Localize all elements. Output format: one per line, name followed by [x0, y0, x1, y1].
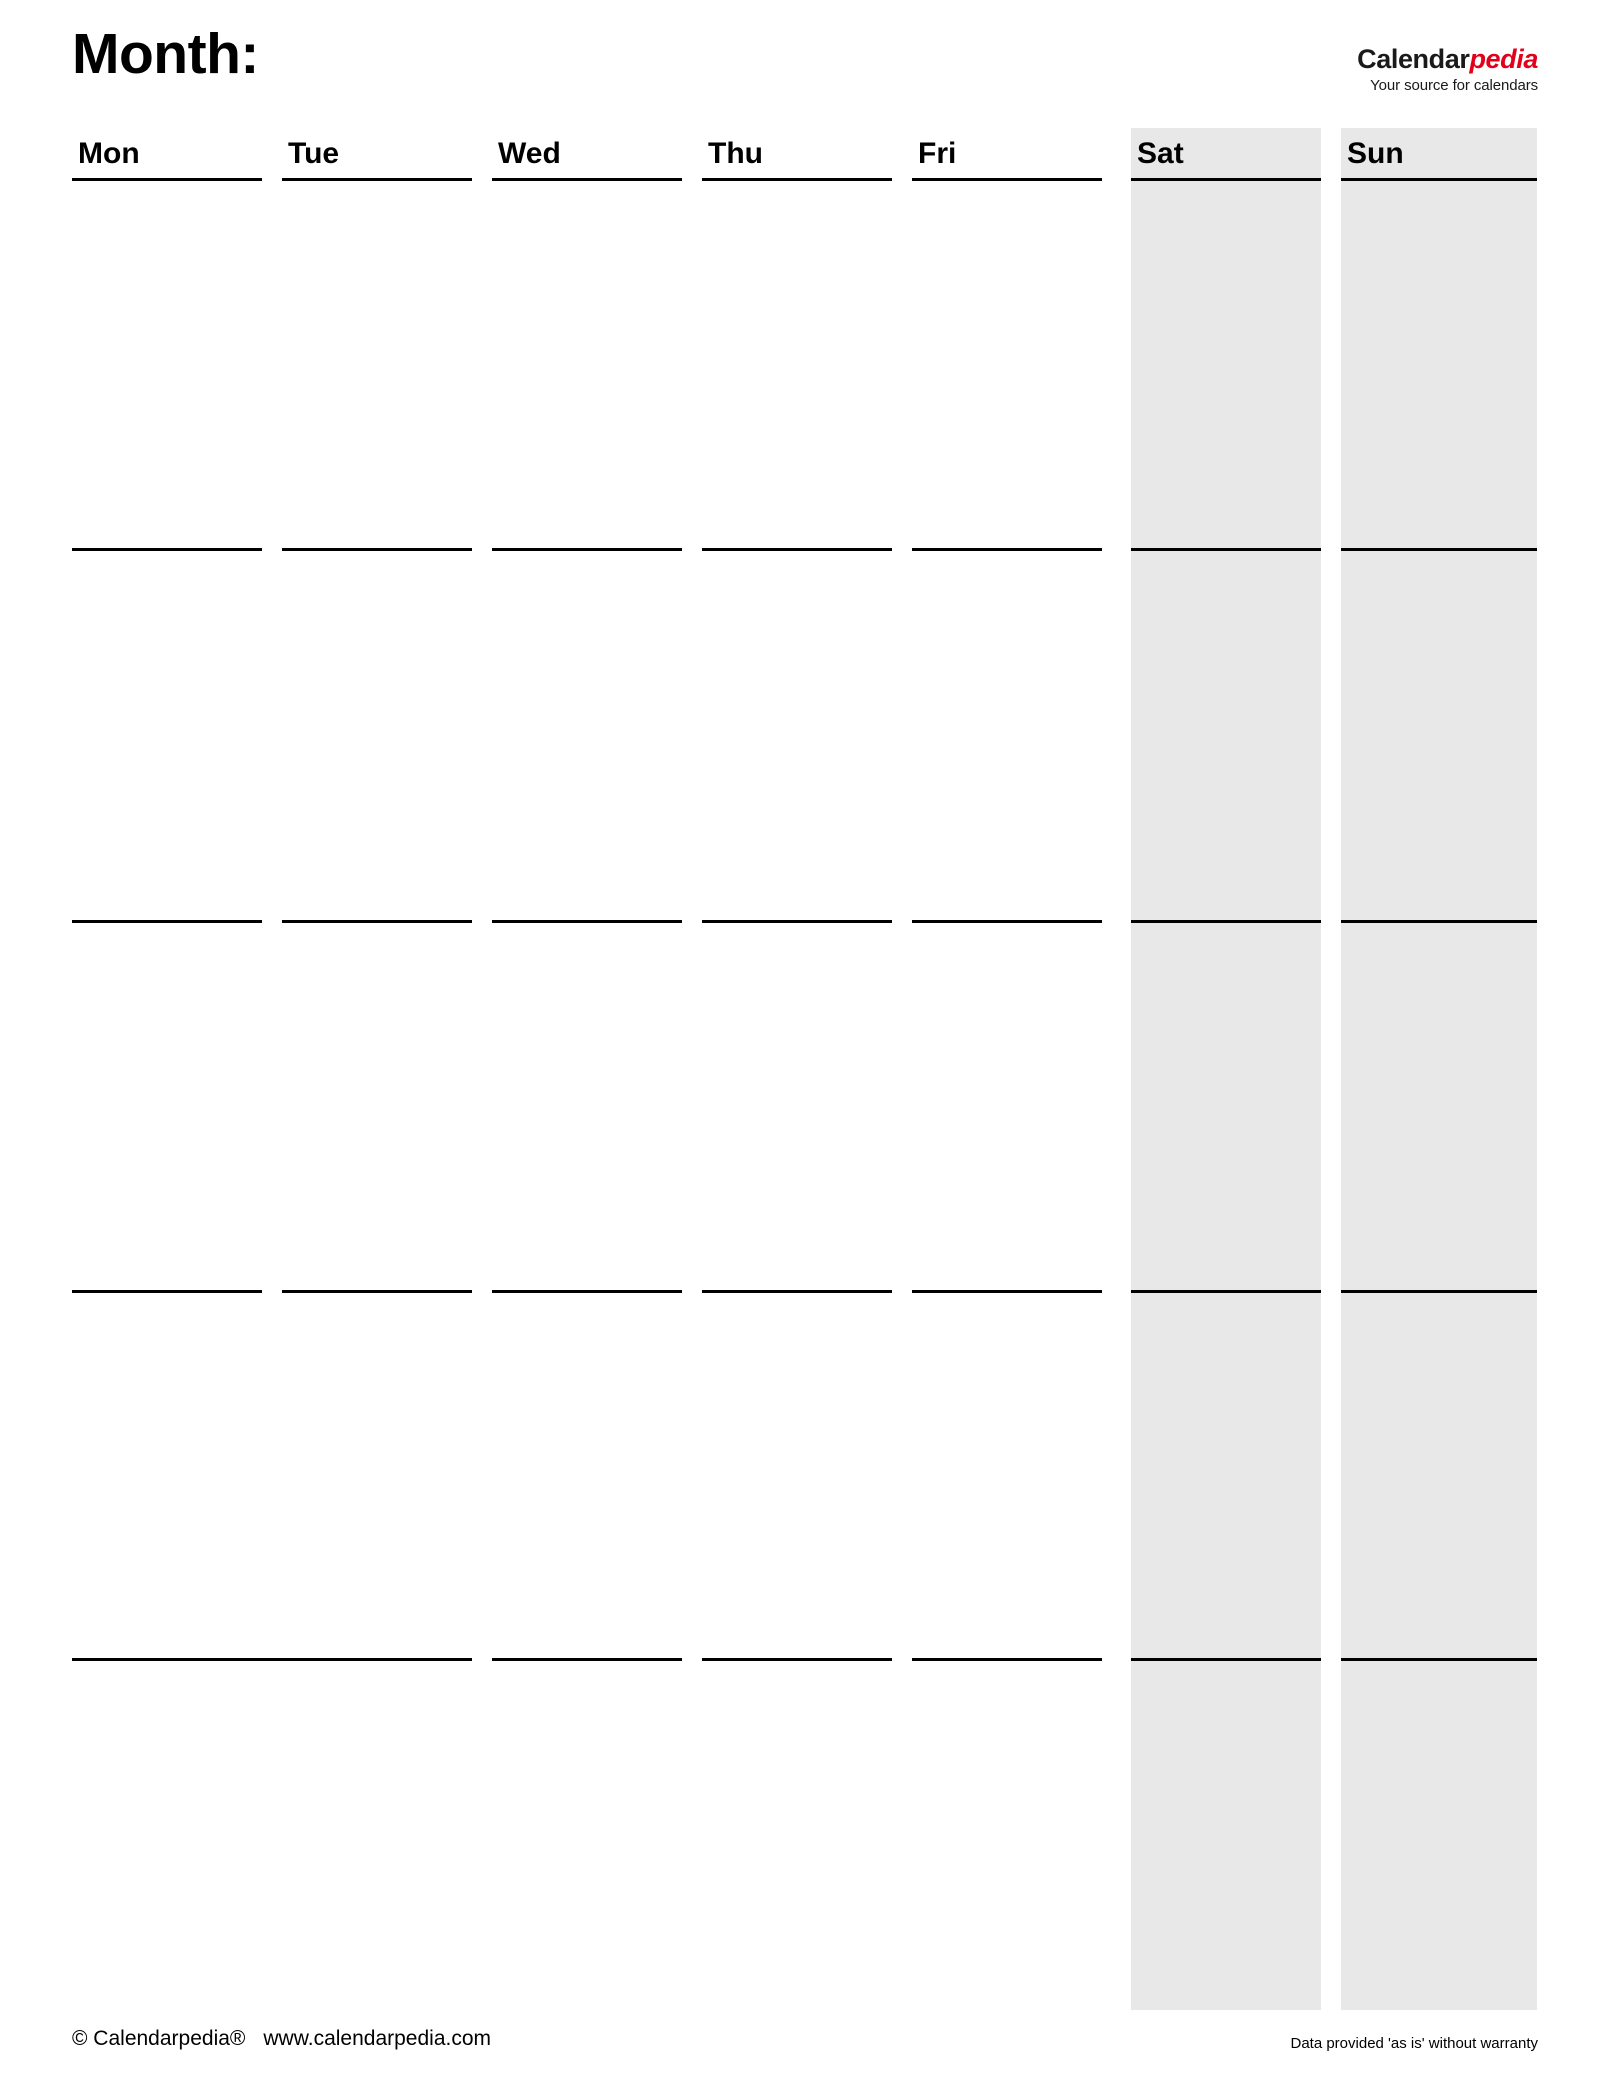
day-header-mon: Mon [72, 134, 262, 176]
footer-disclaimer: Data provided 'as is' without warranty [1290, 2035, 1538, 2052]
day-header-rule-wed [492, 178, 682, 181]
day-header-wed: Wed [492, 134, 682, 176]
week-divider-3-sun [1341, 1290, 1537, 1293]
week-divider-4-mon-tue [72, 1658, 472, 1661]
day-header-label-sun: Sun [1347, 137, 1404, 170]
week-divider-1-wed [492, 548, 682, 551]
week-divider-2-mon [72, 920, 262, 923]
week-divider-3-thu [702, 1290, 892, 1293]
day-header-rule-mon [72, 178, 262, 181]
calendarpedia-logo: Calendarpedia Your source for calendars [1357, 46, 1538, 94]
week-divider-1-thu [702, 548, 892, 551]
week-divider-1-tue [282, 548, 472, 551]
week-divider-2-tue [282, 920, 472, 923]
week-divider-1-mon [72, 548, 262, 551]
week-divider-4-sun [1341, 1658, 1537, 1661]
day-header-rule-thu [702, 178, 892, 181]
footer-copyright-text: © Calendarpedia® [72, 2027, 246, 2050]
brand-name-primary: Calendar [1357, 44, 1470, 74]
day-header-label-mon: Mon [78, 137, 140, 170]
day-header-rule-tue [282, 178, 472, 181]
day-header-label-thu: Thu [708, 137, 763, 170]
day-header-sun: Sun [1341, 134, 1537, 176]
week-divider-4-sat [1131, 1658, 1321, 1661]
week-divider-3-sat [1131, 1290, 1321, 1293]
calendar-page: Month: Calendarpedia Your source for cal… [0, 0, 1600, 2100]
day-header-tue: Tue [282, 134, 472, 176]
page-title: Month: [72, 22, 259, 86]
day-header-rule-sat [1131, 178, 1321, 181]
week-divider-1-sat [1131, 548, 1321, 551]
week-divider-4-wed [492, 1658, 682, 1661]
weekend-column-shade-sat [1131, 128, 1321, 2010]
week-divider-1-fri [912, 548, 1102, 551]
day-header-label-fri: Fri [918, 137, 957, 170]
week-divider-3-wed [492, 1290, 682, 1293]
brand-wordmark: Calendarpedia [1357, 46, 1538, 73]
week-divider-2-fri [912, 920, 1102, 923]
day-header-sat: Sat [1131, 134, 1321, 176]
day-header-label-tue: Tue [288, 137, 340, 170]
day-header-rule-sun [1341, 178, 1537, 181]
week-divider-2-sat [1131, 920, 1321, 923]
footer-copyright: © Calendarpedia® www.calendarpedia.com [72, 2027, 491, 2051]
footer-website-link[interactable]: www.calendarpedia.com [263, 2027, 491, 2050]
day-header-label-sat: Sat [1137, 137, 1184, 170]
week-divider-3-tue [282, 1290, 472, 1293]
week-divider-4-thu [702, 1658, 892, 1661]
weekend-column-shade-sun [1341, 128, 1537, 2010]
week-divider-2-sun [1341, 920, 1537, 923]
day-header-thu: Thu [702, 134, 892, 176]
day-header-label-wed: Wed [498, 137, 561, 170]
brand-tagline: Your source for calendars [1370, 77, 1538, 94]
brand-name-accent: pedia [1469, 44, 1538, 74]
day-header-rule-fri [912, 178, 1102, 181]
week-divider-3-mon [72, 1290, 262, 1293]
week-divider-2-wed [492, 920, 682, 923]
week-divider-1-sun [1341, 548, 1537, 551]
day-header-fri: Fri [912, 134, 1102, 176]
week-divider-2-thu [702, 920, 892, 923]
week-divider-3-fri [912, 1290, 1102, 1293]
week-divider-4-fri [912, 1658, 1102, 1661]
